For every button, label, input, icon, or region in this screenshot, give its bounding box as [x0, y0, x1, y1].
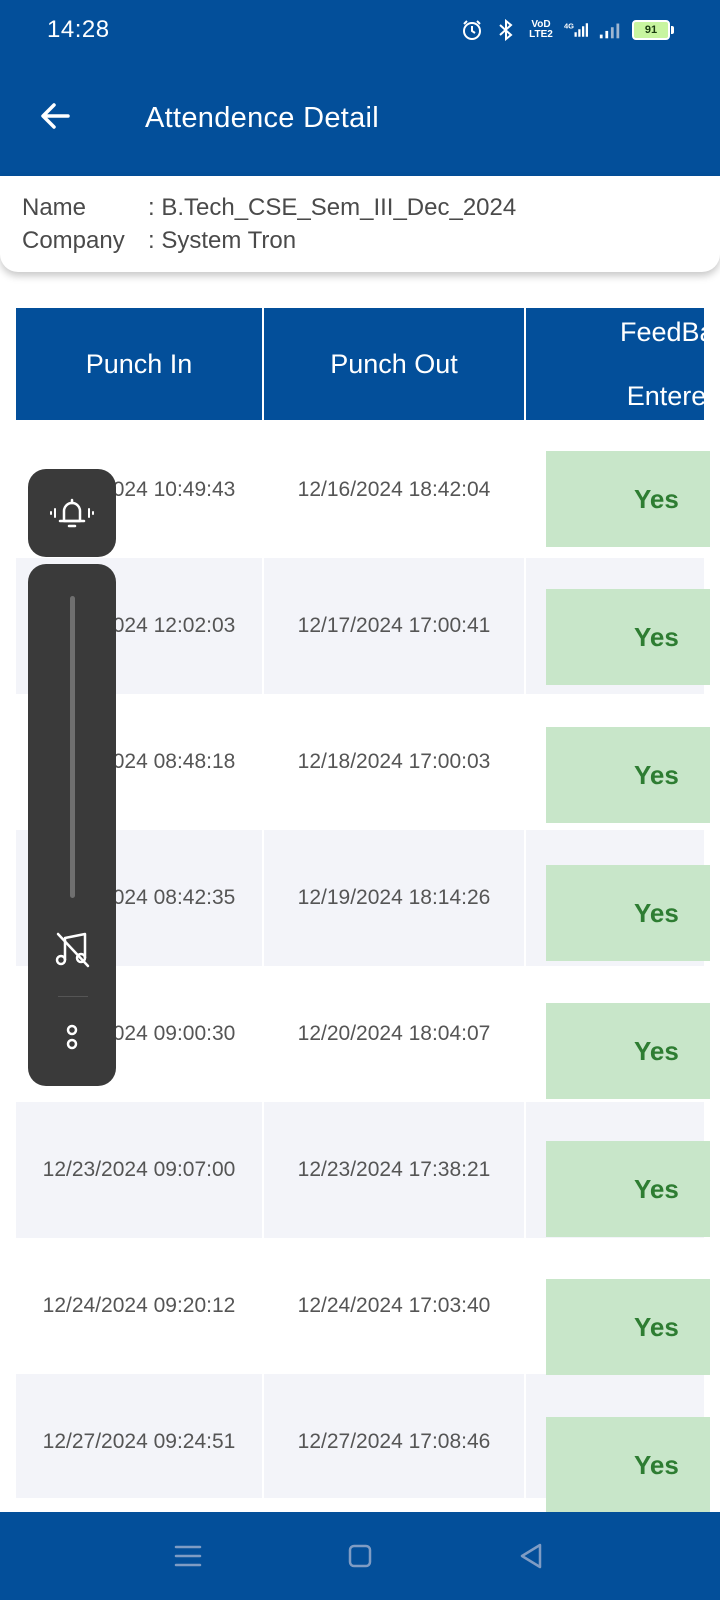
feedback-yes-badge: Yes: [546, 1003, 710, 1099]
more-options-button[interactable]: [50, 1016, 94, 1060]
company-row: Company : System Tron: [22, 227, 296, 255]
4g-signal-icon: 4G: [564, 18, 588, 42]
nav-menu-button[interactable]: [168, 1536, 208, 1576]
page-title: Attendence Detail: [145, 102, 380, 134]
media-volume-button[interactable]: [50, 928, 94, 972]
header-feedback-line1: FeedBac: [619, 317, 704, 347]
feedback-yes-badge: Yes: [546, 1279, 710, 1375]
header-feedback-entered: FeedBac Entered: [526, 308, 704, 420]
menu-icon: [174, 1545, 202, 1567]
back-triangle-icon: [520, 1543, 542, 1569]
feedback-yes-badge: Yes: [546, 1417, 710, 1513]
volte-icon: VoD LTE2: [529, 19, 553, 40]
header-punch-out: Punch Out: [264, 308, 524, 420]
feedback-yes-badge: Yes: [546, 451, 710, 547]
punch-in-cell: 12/23/2024 09:07:00: [16, 1102, 262, 1238]
feedback-yes-badge: Yes: [546, 727, 710, 823]
feedback-yes-badge: Yes: [546, 1141, 710, 1237]
table-header: Punch In Punch Out FeedBac Entered: [16, 308, 704, 420]
name-value: : B.Tech_CSE_Sem_III_Dec_2024: [148, 194, 517, 221]
punch-out-cell: 12/18/2024 17:00:03: [264, 694, 524, 830]
punch-out-cell: 12/24/2024 17:03:40: [264, 1238, 524, 1374]
ringer-mode-button[interactable]: [28, 469, 116, 557]
nav-back-button[interactable]: [512, 1536, 552, 1576]
punch-out-cell: 12/16/2024 18:42:04: [264, 422, 524, 558]
feedback-yes-badge: Yes: [546, 589, 710, 685]
ringing-bell-icon: [50, 498, 94, 528]
status-bar: 14:28 VoD LTE2 4G 91: [0, 0, 720, 64]
company-label: Company: [22, 227, 125, 254]
volume-slider[interactable]: [70, 596, 75, 898]
punch-out-cell: 12/20/2024 18:04:07: [264, 966, 524, 1102]
punch-out-cell: 12/23/2024 17:38:21: [264, 1102, 524, 1238]
info-card: Name : B.Tech_CSE_Sem_III_Dec_2024 Compa…: [0, 176, 720, 272]
header-feedback-line2: Entered: [626, 381, 704, 411]
battery-level: 91: [632, 20, 670, 40]
music-off-icon: [55, 932, 90, 968]
bluetooth-icon: [494, 18, 518, 42]
feedback-yes-badge: Yes: [546, 865, 710, 961]
header-punch-in: Punch In: [16, 308, 262, 420]
alarm-icon: [460, 18, 484, 42]
volume-panel: [28, 564, 116, 1086]
panel-divider: [58, 996, 88, 997]
signal-icon: [598, 18, 622, 42]
punch-out-cell: 12/17/2024 17:00:41: [264, 558, 524, 694]
app-bar: Attendence Detail: [0, 64, 720, 176]
back-button[interactable]: [34, 94, 78, 138]
name-label: Name: [22, 194, 87, 221]
nav-home-button[interactable]: [340, 1536, 380, 1576]
navigation-bar: [0, 1512, 720, 1600]
more-options-icon: [66, 1024, 78, 1050]
punch-in-cell: 12/27/2024 09:24:51: [16, 1374, 262, 1498]
status-time: 14:28: [47, 16, 110, 43]
punch-in-cell: 12/24/2024 09:20:12: [16, 1238, 262, 1374]
battery-icon: 91: [632, 20, 674, 40]
name-row: Name : B.Tech_CSE_Sem_III_Dec_2024: [22, 194, 516, 222]
punch-out-cell: 12/27/2024 17:08:46: [264, 1374, 524, 1498]
company-value: : System Tron: [148, 227, 297, 254]
home-square-icon: [348, 1544, 372, 1568]
arrow-left-icon: [41, 103, 70, 129]
status-icons: VoD LTE2 4G 91: [460, 18, 674, 42]
punch-out-cell: 12/19/2024 18:14:26: [264, 830, 524, 966]
svg-text:4G: 4G: [564, 22, 574, 31]
